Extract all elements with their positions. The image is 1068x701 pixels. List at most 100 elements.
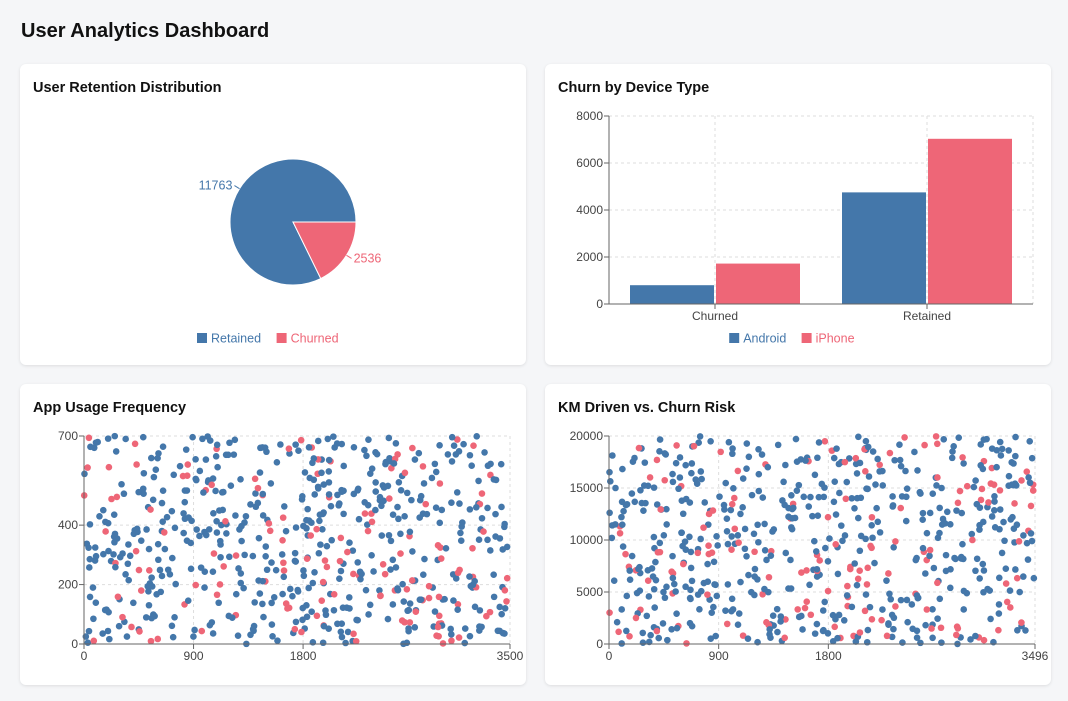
scatter-point-retained <box>257 444 264 452</box>
scatter-point-retained <box>713 533 720 540</box>
scatter-point-retained <box>238 522 245 530</box>
scatter-point-retained <box>650 533 658 541</box>
scatter-point-retained <box>315 549 323 557</box>
page-title: User Analytics Dashboard <box>21 20 270 42</box>
scatter-point-retained <box>664 636 671 644</box>
retention-pie-card: User Retention Distribution 11763 2536 Ret… <box>20 64 526 365</box>
scatter-point-retained <box>972 567 979 575</box>
scatter-point-churned <box>435 593 443 601</box>
scatter-point-retained <box>320 509 327 516</box>
scatter-point-retained <box>872 481 879 488</box>
scatter-point-retained <box>256 469 264 476</box>
scatter-point-retained <box>205 526 213 533</box>
scatter-point-retained <box>232 590 240 598</box>
scatter-point-retained <box>1000 518 1007 526</box>
scatter-point-churned <box>403 586 411 593</box>
scatter-point-retained <box>448 499 455 506</box>
scatter-point-retained <box>310 476 318 484</box>
legend-label-retained: Retained <box>211 332 261 346</box>
scatter-point-retained <box>498 503 505 511</box>
scatter-point-churned <box>108 495 115 503</box>
scatter-point-churned <box>298 628 305 636</box>
scatter-point-retained <box>619 465 626 473</box>
scatter-point-churned <box>503 574 511 582</box>
scatter-point-retained <box>807 493 814 501</box>
scatter-point-churned <box>1018 477 1025 484</box>
scatter-point-retained <box>799 626 806 633</box>
scatter-point-retained <box>189 433 196 441</box>
scatter-point-churned <box>926 546 934 554</box>
scatter-point-churned <box>425 594 433 602</box>
scatter-point-retained <box>788 492 795 499</box>
scatter-point-retained <box>953 507 960 514</box>
scatter-point-retained <box>355 515 363 523</box>
scatter-point-retained <box>612 484 619 492</box>
scatter-point-retained <box>676 454 684 461</box>
scatter-point-retained <box>401 513 408 520</box>
scatter-point-retained <box>814 454 821 462</box>
scatter-point-retained <box>368 465 376 472</box>
scatter-point-retained <box>1012 566 1019 573</box>
scatter-point-retained <box>366 601 374 609</box>
scatter-point-retained <box>492 510 499 518</box>
scatter-point-retained <box>686 594 694 602</box>
scatter-point-retained <box>111 530 119 538</box>
scatter-point-retained <box>168 554 176 562</box>
scatter-point-retained <box>409 548 416 555</box>
scatter-point-retained <box>361 446 368 454</box>
scatter-point-retained <box>868 521 876 529</box>
scatter-point-retained <box>774 441 782 449</box>
scatter-point-retained <box>171 524 179 532</box>
scatter-point-retained <box>468 462 475 469</box>
scatter-point-retained <box>436 519 444 527</box>
scatter-point-churned <box>963 482 971 490</box>
scatter-point-retained <box>613 618 621 626</box>
scatter-point-retained <box>938 639 945 646</box>
scatter-point-retained <box>110 511 118 518</box>
device-churn-bar-chart: 0 2000 4000 6000 8000 Churned Retained Android i… <box>576 109 1034 346</box>
scatter-point-churned <box>632 614 640 622</box>
scatter-point-retained <box>854 514 862 522</box>
scatter-point-churned <box>102 528 109 535</box>
pie-label-line-retained <box>234 185 240 190</box>
scatter-point-retained <box>163 513 171 521</box>
scatter-point-retained <box>675 485 682 493</box>
scatter-point-retained <box>813 573 821 580</box>
scatter-point-retained <box>497 460 505 468</box>
scatter-point-retained <box>996 506 1004 513</box>
x-tick-label: 3500 <box>497 649 524 663</box>
scatter-point-retained <box>299 616 306 624</box>
scatter-point-retained <box>431 608 439 615</box>
scatter-point-retained <box>143 526 150 533</box>
scatter-point-retained <box>499 546 507 553</box>
scatter-point-churned <box>192 581 200 589</box>
scatter-point-retained <box>319 639 327 647</box>
scatter-point-churned <box>661 476 669 484</box>
scatter-point-retained <box>811 630 819 637</box>
scatter-point-retained <box>692 476 700 483</box>
scatter-point-retained <box>669 478 677 486</box>
scatter-point-churned <box>90 637 98 645</box>
scatter-point-retained <box>448 458 456 465</box>
scatter-point-retained <box>813 620 821 628</box>
scatter-point-retained <box>728 595 736 603</box>
y-tick-label: 0 <box>596 297 603 311</box>
scatter-point-retained <box>812 548 820 555</box>
scatter-point-churned <box>425 582 433 590</box>
scatter-point-retained <box>380 484 388 491</box>
scatter-point-retained <box>280 573 288 581</box>
scatter-point-churned <box>868 513 876 521</box>
scatter-point-retained <box>387 537 395 545</box>
scatter-point-retained <box>820 493 828 501</box>
scatter-point-retained <box>873 504 880 512</box>
scatter-point-retained <box>631 498 639 506</box>
scatter-point-churned <box>921 441 928 449</box>
scatter-point-churned <box>454 569 462 577</box>
scatter-point-retained <box>773 605 781 613</box>
scatter-point-retained <box>251 599 258 606</box>
scatter-point-retained <box>851 560 858 567</box>
scatter-point-churned <box>657 506 665 513</box>
y-tick-label: 5000 <box>576 585 603 599</box>
scatter-point-retained <box>853 494 861 502</box>
scatter-point-retained <box>484 462 492 470</box>
